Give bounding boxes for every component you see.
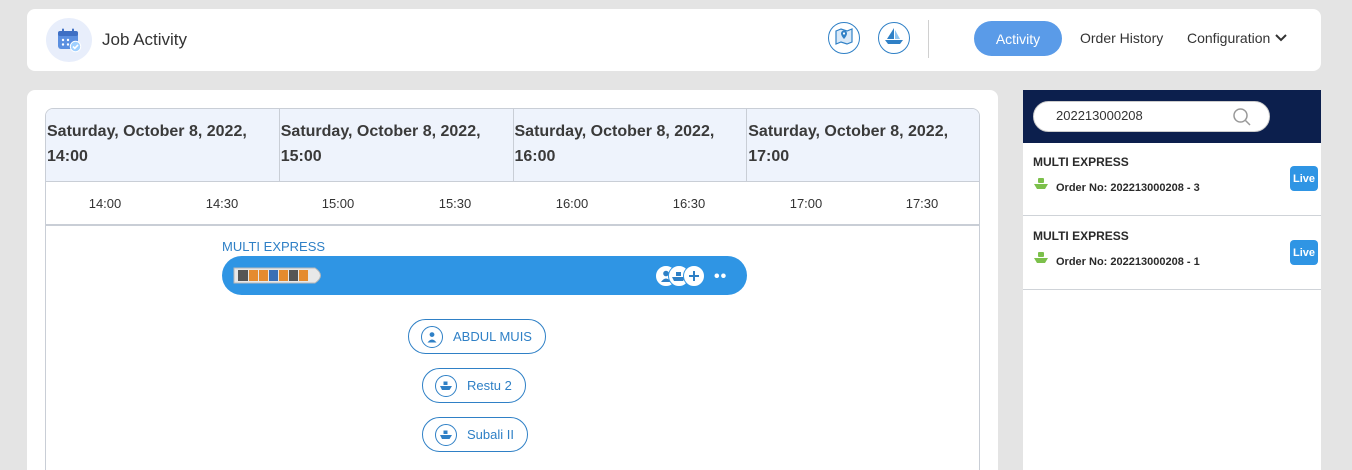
boat-icon bbox=[435, 423, 457, 446]
order-number: Order No: 202213000208 - 3 bbox=[1056, 182, 1200, 194]
time-tick: 14:00 bbox=[88, 196, 122, 211]
search-input[interactable] bbox=[1056, 108, 1236, 123]
resource-label: Subali II bbox=[467, 427, 514, 442]
timeline-grid: Saturday, October 8, 2022, 14:00 Saturda… bbox=[45, 108, 980, 470]
date-header-row: Saturday, October 8, 2022, 14:00 Saturda… bbox=[46, 109, 979, 182]
header-divider bbox=[928, 20, 929, 58]
date-header: Saturday, October 8, 2022, 15:00 bbox=[280, 109, 514, 182]
ship-illustration-icon bbox=[231, 266, 327, 285]
map-button[interactable] bbox=[828, 22, 860, 54]
time-tick: 15:30 bbox=[438, 196, 472, 211]
resource-label: ABDUL MUIS bbox=[453, 329, 532, 344]
search-bar bbox=[1023, 90, 1321, 143]
configuration-menu[interactable]: Configuration bbox=[1187, 30, 1288, 46]
ship-icon bbox=[1033, 251, 1049, 270]
order-number: Order No: 202213000208 - 1 bbox=[1056, 256, 1200, 268]
search-icon[interactable] bbox=[1232, 107, 1252, 132]
order-vessel-name: MULTI EXPRESS bbox=[1033, 155, 1129, 169]
configuration-label: Configuration bbox=[1187, 30, 1271, 46]
time-tick: 17:00 bbox=[789, 196, 823, 211]
time-tick: 15:00 bbox=[321, 196, 355, 211]
resource-pill-crew[interactable]: ABDUL MUIS bbox=[408, 319, 546, 354]
job-bar[interactable]: •• bbox=[222, 256, 747, 295]
live-badge: Live bbox=[1290, 166, 1318, 191]
date-header: Saturday, October 8, 2022, 16:00 bbox=[514, 109, 748, 182]
add-resource-icon[interactable] bbox=[683, 265, 705, 287]
person-icon bbox=[421, 325, 443, 348]
map-pin-icon bbox=[834, 26, 854, 51]
order-list-item[interactable]: MULTI EXPRESS Order No: 202213000208 - 3… bbox=[1023, 143, 1321, 216]
chevron-down-icon bbox=[1274, 30, 1288, 46]
page-title: Job Activity bbox=[102, 30, 188, 49]
ship-icon bbox=[1033, 177, 1049, 196]
sailboat-icon bbox=[883, 26, 905, 51]
tab-order-history[interactable]: Order History bbox=[1080, 30, 1163, 46]
time-tick-row: 14:00 14:30 15:00 15:30 16:00 16:30 17:0… bbox=[46, 182, 979, 226]
live-badge: Live bbox=[1290, 240, 1318, 265]
boat-icon bbox=[435, 374, 457, 397]
job-title: MULTI EXPRESS bbox=[222, 239, 326, 254]
timeline-panel: Saturday, October 8, 2022, 14:00 Saturda… bbox=[27, 90, 998, 470]
more-options-icon[interactable]: •• bbox=[714, 268, 727, 286]
date-header: Saturday, October 8, 2022, 14:00 bbox=[46, 109, 280, 182]
resource-label: Restu 2 bbox=[467, 378, 512, 393]
tab-activity[interactable]: Activity bbox=[974, 21, 1062, 56]
tab-order-history-label: Order History bbox=[1080, 30, 1164, 46]
time-tick: 14:30 bbox=[205, 196, 239, 211]
top-header: Job Activity Activity Order History Conf… bbox=[27, 9, 1321, 71]
date-header: Saturday, October 8, 2022, 17:00 bbox=[748, 123, 949, 165]
time-tick: 16:30 bbox=[672, 196, 706, 211]
order-list-item[interactable]: MULTI EXPRESS Order No: 202213000208 - 1… bbox=[1023, 217, 1321, 290]
resource-pill-vessel[interactable]: Restu 2 bbox=[422, 368, 526, 403]
calendar-check-icon bbox=[46, 18, 92, 62]
vessel-button[interactable] bbox=[878, 22, 910, 54]
order-vessel-name: MULTI EXPRESS bbox=[1033, 229, 1129, 243]
time-tick: 16:00 bbox=[555, 196, 589, 211]
time-tick: 17:30 bbox=[905, 196, 939, 211]
resource-pill-vessel[interactable]: Subali II bbox=[422, 417, 528, 452]
order-search-panel: MULTI EXPRESS Order No: 202213000208 - 3… bbox=[1023, 90, 1321, 470]
search-box bbox=[1033, 101, 1270, 132]
